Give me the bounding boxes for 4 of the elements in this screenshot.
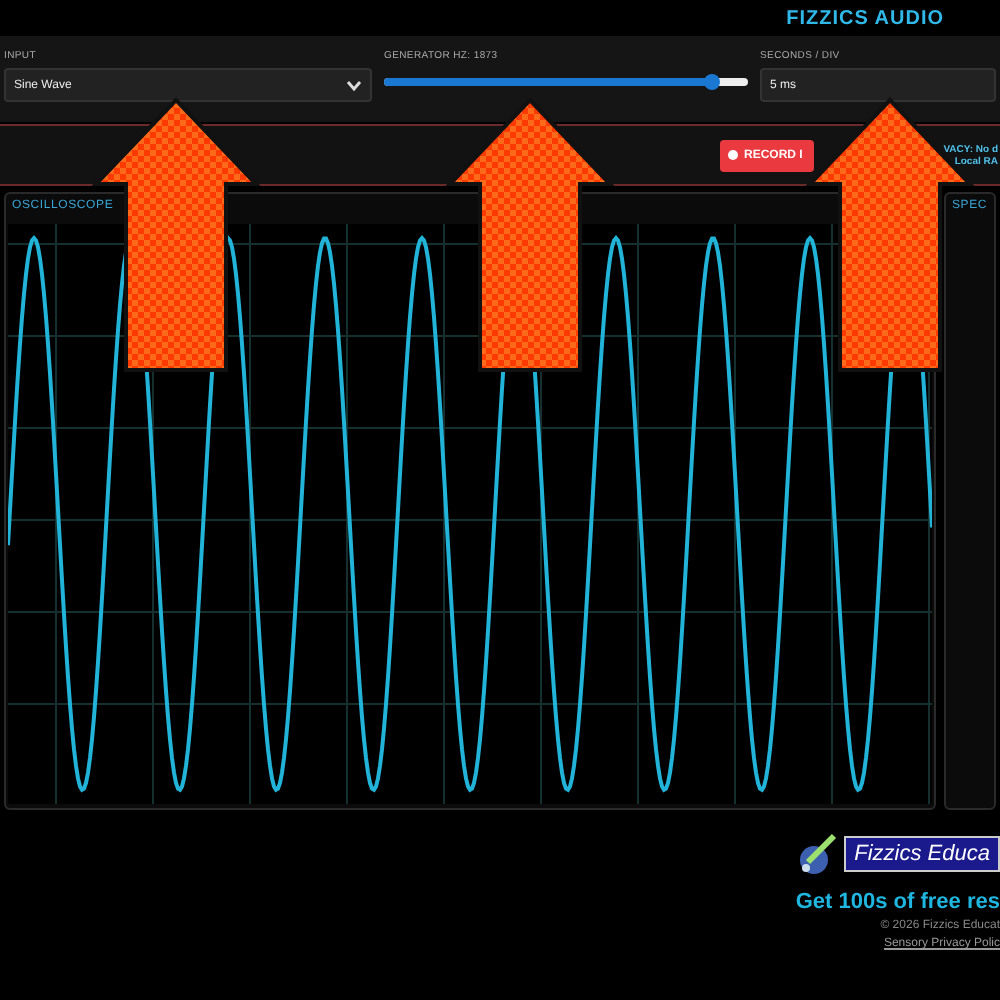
promo-text: Get 100s of free res — [795, 890, 1000, 914]
app-title: FIZZICS AUDIO — [786, 7, 944, 29]
chevron-icon — [346, 79, 362, 91]
logo: Fizzics Educa — [796, 830, 1000, 878]
